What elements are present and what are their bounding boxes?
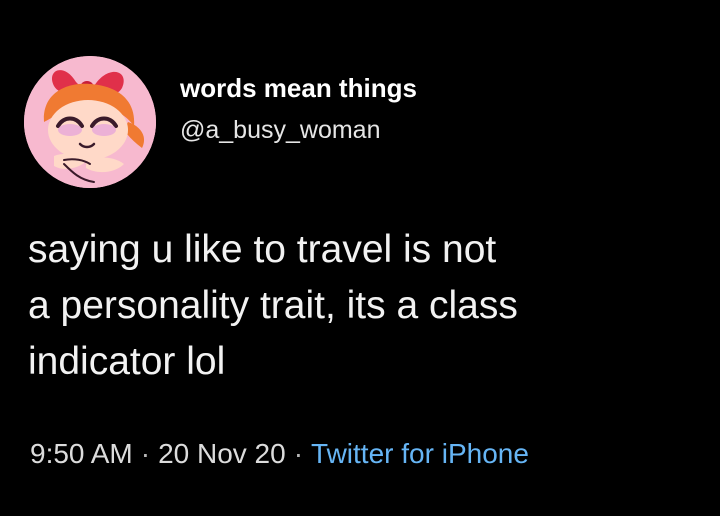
powerpuff-girl-avatar-icon: [24, 56, 156, 188]
meta-separator: ·: [293, 438, 304, 469]
tweet-card: words mean things @a_busy_woman saying u…: [0, 0, 720, 516]
tweet-source-link[interactable]: Twitter for iPhone: [311, 438, 529, 469]
tweet-time[interactable]: 9:50 AM: [30, 438, 133, 469]
tweet-meta: 9:50 AM · 20 Nov 20 · Twitter for iPhone: [30, 436, 529, 472]
tweet-date[interactable]: 20 Nov 20: [158, 438, 286, 469]
author-handle[interactable]: @a_busy_woman: [180, 114, 417, 146]
tweet-text: saying u like to travel is not a persona…: [28, 222, 698, 390]
avatar[interactable]: [24, 56, 156, 188]
tweet-author: words mean things @a_busy_woman: [180, 72, 417, 146]
meta-separator: ·: [140, 438, 151, 469]
tweet-text-line: saying u like to travel is not: [28, 228, 497, 271]
tweet-text-line: indicator lol: [28, 340, 226, 383]
author-display-name[interactable]: words mean things: [180, 72, 417, 104]
tweet-text-line: a personality trait, its a class: [28, 284, 518, 327]
